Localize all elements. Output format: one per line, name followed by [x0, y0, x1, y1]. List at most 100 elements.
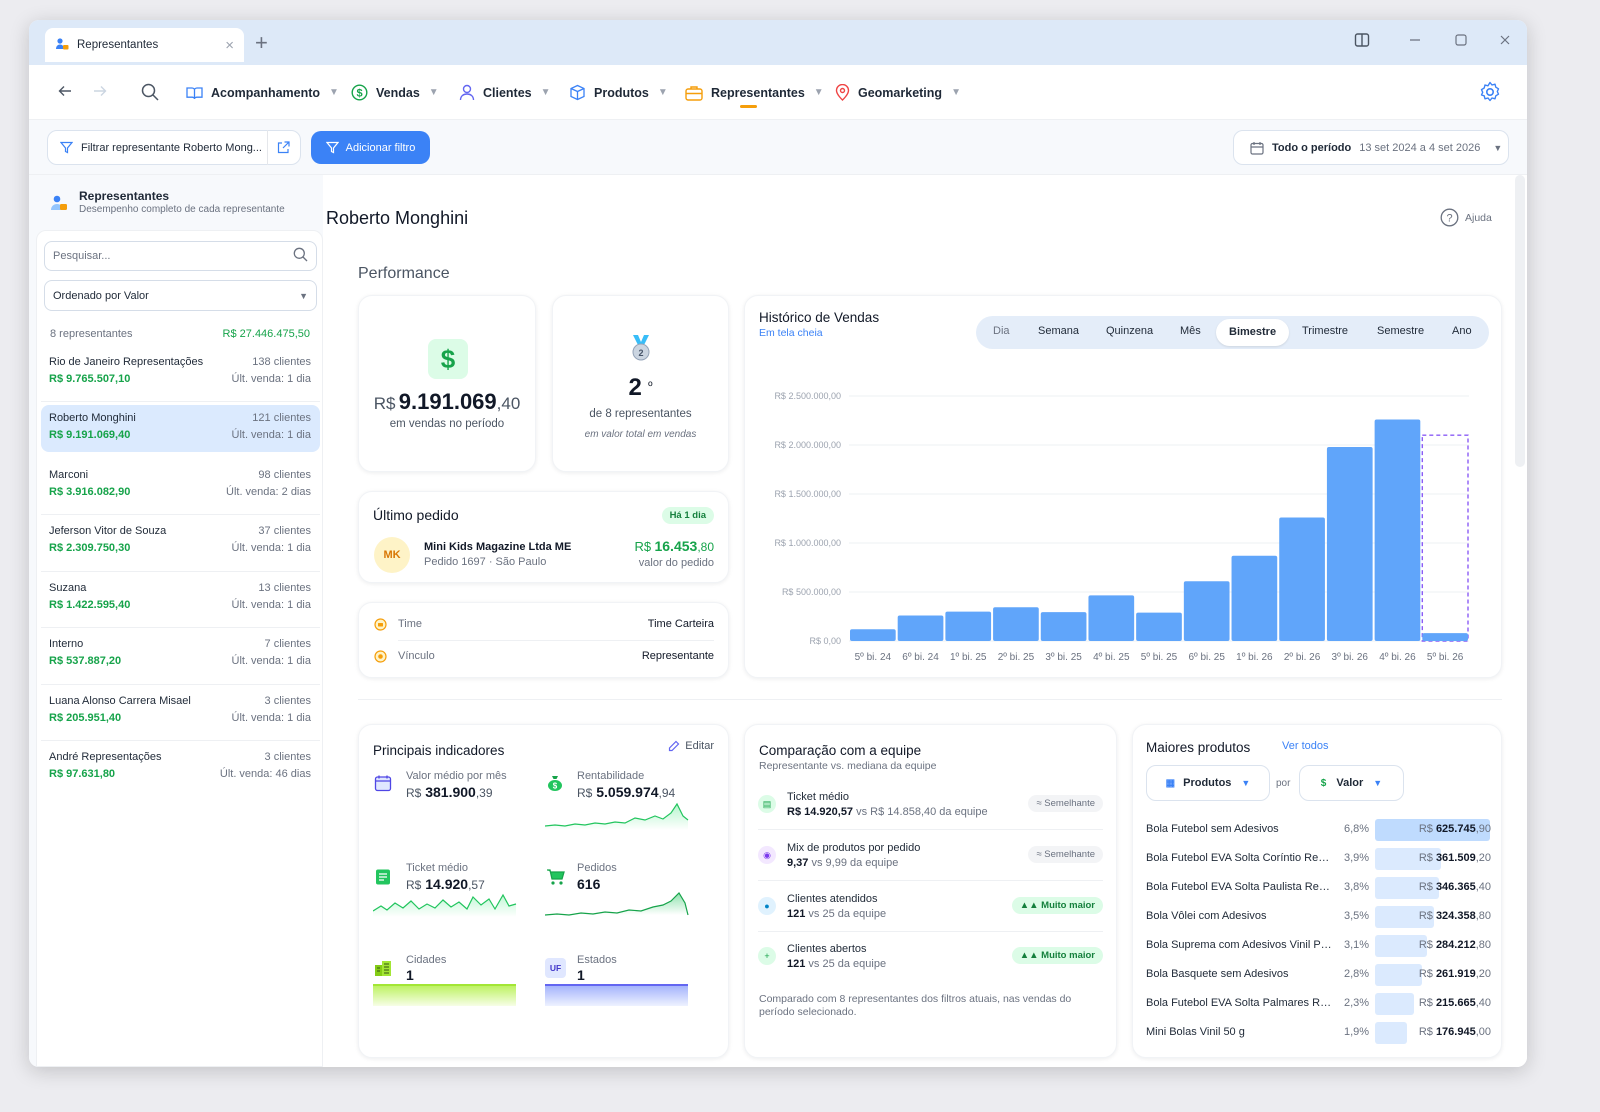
- minimize-icon[interactable]: [1409, 32, 1421, 52]
- product-row[interactable]: Bola Futebol EVA Solta Paulista Rede... 3…: [1146, 877, 1491, 899]
- chevron-down-icon: ▼: [1241, 778, 1251, 788]
- bar-5-bi-26[interactable]: [1422, 633, 1468, 641]
- representative-item[interactable]: André Representações R$ 97.631,80 3 clie…: [41, 744, 320, 791]
- representative-item[interactable]: Interno R$ 537.887,20 7 clientes Últ. ve…: [41, 631, 320, 678]
- value-cents: ,80: [1475, 939, 1491, 951]
- maximize-icon[interactable]: [1455, 32, 1467, 52]
- representative-item-selected[interactable]: Roberto Monghini R$ 9.191.069,40 121 cli…: [41, 405, 320, 452]
- indicator-label: Valor médio por mês: [406, 770, 507, 782]
- representative-filter-chip[interactable]: Filtrar representante Roberto Mong...: [47, 130, 301, 165]
- help-link[interactable]: ? Ajuda: [1440, 208, 1492, 227]
- value-cents: ,80: [1475, 910, 1491, 922]
- nav-clientes[interactable]: Clientes ▼: [459, 65, 551, 120]
- product-row[interactable]: Bola Futebol EVA Solta Coríntio Rede... 3…: [1146, 848, 1491, 870]
- rank-value: 2 º: [553, 374, 728, 402]
- bar-5-bi-25[interactable]: [1136, 612, 1182, 641]
- period-selector[interactable]: Todo o período 13 set 2024 a 4 set 2026 …: [1233, 130, 1509, 165]
- x-tick-label: 3º bi. 25: [1045, 652, 1082, 663]
- indicator-value: 1: [577, 967, 585, 983]
- bar-2-bi-25[interactable]: [993, 607, 1039, 641]
- product-value: R$ 261.919,20: [1419, 968, 1491, 980]
- product-row[interactable]: Bola Suprema com Adesivos Vinil Puro 3,1%…: [1146, 935, 1491, 957]
- add-filter-label: Adicionar filtro: [345, 141, 416, 154]
- product-row[interactable]: Bola Vôlei com Adesivos 3,5% R$ 324.358,80: [1146, 906, 1491, 928]
- filter-chip-label: Filtrar representante Roberto Mong...: [81, 141, 262, 154]
- nav-vendas[interactable]: $ Vendas ▼: [351, 65, 439, 120]
- order-integer: 16.453: [654, 538, 698, 554]
- representative-item[interactable]: Rio de Janeiro Representações R$ 9.765.5…: [41, 349, 320, 396]
- currency: R$: [1418, 823, 1433, 835]
- browser-tab[interactable]: Representantes ×: [45, 28, 244, 62]
- rep-value: 9,37: [787, 857, 809, 869]
- group-by-select[interactable]: ▦ Produtos ▼: [1146, 765, 1270, 801]
- representative-item[interactable]: Suzana R$ 1.422.595,40 13 clientes Últ. …: [41, 575, 320, 622]
- new-tab-icon[interactable]: +: [255, 32, 268, 54]
- add-filter-button[interactable]: Adicionar filtro: [311, 131, 430, 164]
- bar-4-bi-26[interactable]: [1374, 419, 1421, 641]
- y-tick-label: R$ 1.000.000,00: [774, 538, 841, 548]
- product-row[interactable]: Bola Basquete sem Adesivos 2,8% R$ 261.919…: [1146, 964, 1491, 986]
- currency: R$: [1418, 968, 1433, 980]
- bar-6-bi-24[interactable]: [897, 615, 944, 641]
- indicator-label: Cidades: [406, 954, 447, 966]
- vertical-scrollbar[interactable]: [1515, 175, 1525, 467]
- bar-2-bi-26[interactable]: [1279, 517, 1325, 641]
- back-arrow-icon[interactable]: [58, 84, 72, 101]
- product-row[interactable]: Bola Futebol sem Adesivos 6,8% R$ 625.745,…: [1146, 819, 1491, 841]
- nav-acompanhamento[interactable]: Acompanhamento ▼: [186, 65, 339, 120]
- help-icon: ?: [1440, 208, 1459, 227]
- search-icon[interactable]: [141, 83, 159, 104]
- comparison-value: 121 vs 25 da equipe: [787, 908, 886, 920]
- rep-clients: 7 clientes: [264, 638, 311, 650]
- nav-label: Acompanhamento: [211, 85, 321, 100]
- nav-label: Representantes: [711, 85, 805, 100]
- indicator-label: Rentabilidade: [577, 770, 645, 782]
- forward-arrow-icon[interactable]: [93, 84, 107, 101]
- nav-geomarketing[interactable]: Geomarketing ▼: [835, 65, 961, 120]
- product-row[interactable]: Mini Bolas Vinil 50 g 1,9% R$ 176.945,00: [1146, 1022, 1491, 1044]
- close-tab-icon[interactable]: ×: [225, 37, 234, 54]
- rep-value: R$ 97.631,80: [49, 768, 116, 780]
- indicator-label: Ticket médio: [406, 862, 468, 874]
- bar-1-bi-25[interactable]: [945, 611, 992, 641]
- search-input[interactable]: Pesquisar...: [44, 241, 317, 271]
- rep-value: R$ 1.422.595,40: [49, 599, 131, 611]
- value-integer: 346.365: [1435, 881, 1476, 893]
- bar-6-bi-25[interactable]: [1183, 581, 1230, 641]
- team-value: vs 9,99 da equipe: [811, 857, 899, 869]
- open-external-icon[interactable]: [267, 130, 290, 165]
- representative-item[interactable]: Marconi R$ 3.916.082,90 98 clientes Últ.…: [41, 462, 320, 509]
- last-order-value: R$ 16.453,80: [635, 538, 714, 554]
- bar-4-bi-25[interactable]: [1088, 595, 1135, 641]
- x-tick-label: 1º bi. 26: [1236, 652, 1273, 663]
- svg-text:2: 2: [638, 348, 643, 358]
- nav-produtos[interactable]: Produtos ▼: [569, 65, 668, 120]
- metric-select[interactable]: $ Valor ▼: [1299, 765, 1404, 801]
- book-icon: [186, 85, 203, 101]
- chevron-down-icon: ▼: [951, 87, 961, 98]
- sort-select[interactable]: Ordenado por Valor ▼: [44, 280, 317, 311]
- edit-indicators-button[interactable]: Editar: [668, 740, 714, 752]
- comparison-footnote: Comparado com 8 representantes dos filtr…: [759, 993, 1072, 1018]
- last-order-card[interactable]: Último pedido Há 1 dia MK Mini Kids Maga…: [358, 491, 729, 583]
- representative-item[interactable]: Luana Alonso Carrera Misael R$ 205.951,4…: [41, 688, 320, 735]
- silver-medal-icon: 2: [629, 334, 653, 365]
- nav-representantes[interactable]: Representantes ▼: [685, 65, 824, 120]
- settings-gear-icon[interactable]: [1479, 81, 1501, 106]
- rep-name: Marconi: [49, 469, 89, 481]
- comparison-label: Mix de produtos por pedido: [787, 842, 921, 854]
- see-all-link[interactable]: Ver todos: [1282, 740, 1328, 752]
- y-tick-label: R$ 0,00: [809, 636, 841, 646]
- states-level-bar: [545, 984, 688, 1006]
- bar-1-bi-26[interactable]: [1231, 555, 1278, 641]
- representative-item[interactable]: Jeferson Vitor de Souza R$ 2.309.750,30 …: [41, 518, 320, 565]
- comparison-label: Ticket médio: [787, 791, 849, 803]
- bar-3-bi-26[interactable]: [1326, 446, 1373, 641]
- bar-5-bi-24[interactable]: [850, 629, 896, 641]
- close-window-icon[interactable]: [1499, 32, 1511, 52]
- representatives-list-panel: Pesquisar... Ordenado por Valor ▼ 8 repr…: [36, 230, 323, 1067]
- product-row[interactable]: Bola Futebol EVA Solta Palmares Red... 2,…: [1146, 993, 1491, 1015]
- split-view-icon[interactable]: [1354, 32, 1370, 52]
- x-tick-label: 1º bi. 25: [950, 652, 987, 663]
- bar-3-bi-25[interactable]: [1040, 612, 1087, 641]
